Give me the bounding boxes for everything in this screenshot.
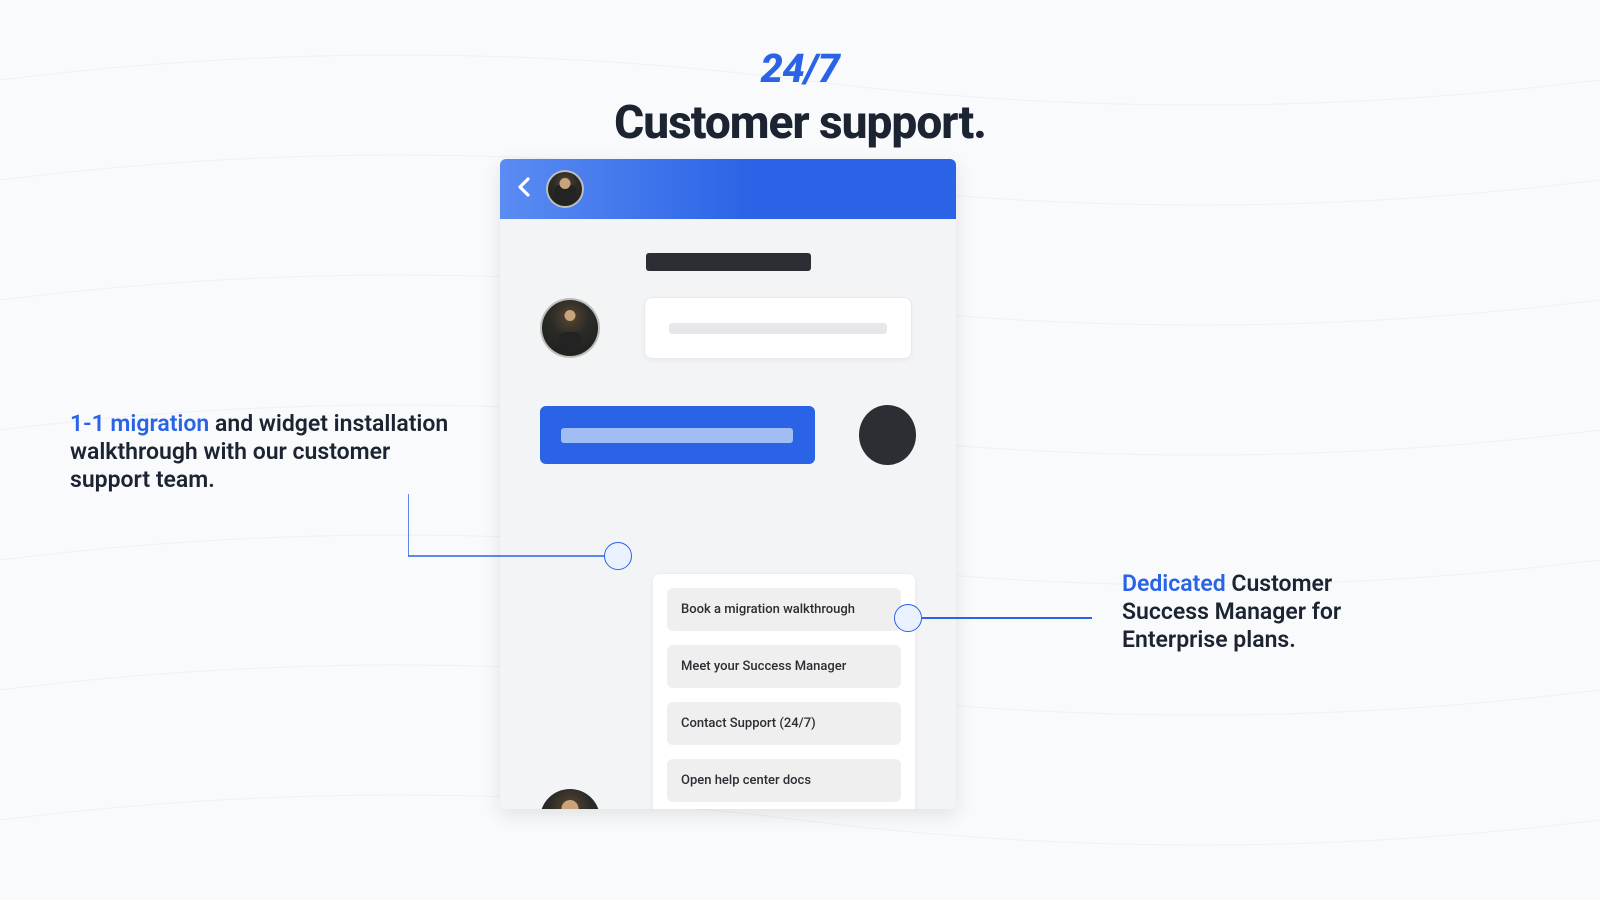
message-agent-row bbox=[540, 297, 916, 359]
action-success-manager[interactable]: Meet your Success Manager bbox=[667, 645, 901, 688]
user-avatar bbox=[859, 405, 916, 465]
action-label: Open help center docs bbox=[681, 773, 811, 788]
callout-highlight: Dedicated bbox=[1122, 570, 1226, 597]
user-message-bubble bbox=[540, 406, 815, 464]
callout-migration: 1-1 migration and widget installation wa… bbox=[70, 410, 450, 494]
heading-kicker: 24/7 bbox=[614, 45, 986, 92]
callout-highlight: 1-1 migration bbox=[70, 410, 209, 437]
callout-csm: Dedicated Customer Success Manager for E… bbox=[1122, 570, 1382, 654]
back-icon[interactable] bbox=[516, 175, 532, 203]
timestamp-placeholder bbox=[646, 253, 811, 271]
action-label: Meet your Success Manager bbox=[681, 659, 846, 674]
action-help-docs[interactable]: Open help center docs bbox=[667, 759, 901, 802]
message-placeholder bbox=[561, 428, 793, 443]
connector-dot-right bbox=[894, 604, 922, 632]
agent-avatar bbox=[540, 789, 600, 809]
action-contact-support[interactable]: Contact Support (24/7) bbox=[667, 702, 901, 745]
heading: 24/7 Customer support. bbox=[614, 45, 986, 150]
agent-avatar-header bbox=[546, 170, 584, 208]
chat-widget: Book a migration walkthrough Meet your S… bbox=[500, 159, 956, 809]
message-placeholder bbox=[669, 323, 887, 334]
chat-header bbox=[500, 159, 956, 219]
heading-title: Customer support. bbox=[614, 96, 986, 150]
action-label: Contact Support (24/7) bbox=[681, 716, 816, 731]
message-user-row bbox=[540, 405, 916, 465]
action-label: Book a migration walkthrough bbox=[681, 602, 855, 617]
chat-scroll-area: Book a migration walkthrough Meet your S… bbox=[500, 219, 956, 465]
agent-message-bubble bbox=[644, 297, 912, 359]
agent-avatar bbox=[540, 298, 600, 358]
quick-actions-card: Book a migration walkthrough Meet your S… bbox=[652, 573, 916, 809]
connector-dot-left bbox=[604, 542, 632, 570]
action-migration-walkthrough[interactable]: Book a migration walkthrough bbox=[667, 588, 901, 631]
